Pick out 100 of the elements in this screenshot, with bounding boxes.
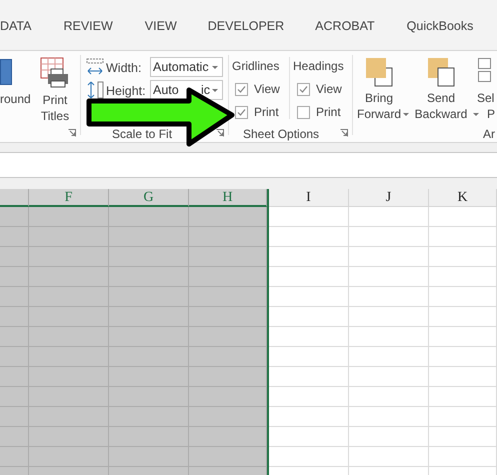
grid-cell[interactable] [109,467,189,475]
dialog-launcher-icon[interactable] [340,129,348,137]
checkbox[interactable] [235,82,248,96]
grid-cell[interactable] [349,407,429,427]
ribbon-tab[interactable]: VIEW [142,16,179,36]
ribbon-tab[interactable]: DEVELOPER [206,16,286,36]
grid-cell[interactable] [429,327,497,347]
grid-cell[interactable] [349,307,429,327]
column-header[interactable]: I [269,189,349,207]
grid-cell[interactable] [0,347,29,367]
grid-cell[interactable] [189,207,267,227]
grid-cell[interactable] [189,447,267,467]
grid-cell[interactable] [189,467,267,475]
grid-cell[interactable] [429,447,497,467]
grid-cell[interactable] [269,247,349,267]
grid-cell[interactable] [349,207,429,227]
grid-cell[interactable] [0,387,29,407]
grid-cell[interactable] [269,207,349,227]
ribbon-tab[interactable]: REVIEW [61,16,115,36]
grid-cell[interactable] [29,247,109,267]
grid-cell[interactable] [349,447,429,467]
grid-cell[interactable] [349,267,429,287]
grid-cell[interactable] [109,307,189,327]
grid-cell[interactable] [349,387,429,407]
grid-cell[interactable] [269,407,349,427]
grid-cell[interactable] [109,287,189,307]
grid-cell[interactable] [349,347,429,367]
grid-cell[interactable] [349,427,429,447]
grid-cell[interactable] [189,307,267,327]
grid-cell[interactable] [109,207,189,227]
dialog-launcher-icon[interactable] [68,129,76,137]
grid-cell[interactable] [269,387,349,407]
grid-cell[interactable] [189,267,267,287]
grid-cell[interactable] [429,347,497,367]
ribbon-tab[interactable]: QuickBooks [404,16,476,36]
grid-cell[interactable] [109,247,189,267]
column-header[interactable]: J [349,189,429,207]
grid-cell[interactable] [429,227,497,247]
grid-cell[interactable] [29,227,109,247]
grid-cell[interactable] [269,327,349,347]
grid-cell[interactable] [109,447,189,467]
column-header[interactable]: K [429,189,497,207]
grid-cell[interactable] [109,407,189,427]
grid-cell[interactable] [269,227,349,247]
grid-cell[interactable] [109,327,189,347]
dialog-launcher-icon[interactable] [216,129,224,137]
grid-cell[interactable] [29,327,109,347]
grid-cell[interactable] [189,367,267,387]
grid-cell[interactable] [0,367,29,387]
grid-cell[interactable] [0,207,29,227]
grid-cell[interactable] [429,207,497,227]
grid-cell[interactable] [0,447,29,467]
grid-cell[interactable] [29,287,109,307]
grid-cell[interactable] [349,227,429,247]
arrange-button[interactable]: Bring Forward [357,57,407,122]
grid-cell[interactable] [29,447,109,467]
grid-cell[interactable] [109,227,189,247]
grid-cell[interactable] [429,247,497,267]
grid-cell[interactable] [29,367,109,387]
grid-cell[interactable] [0,307,29,327]
column-header[interactable]: F [29,189,109,207]
formula-bar[interactable] [0,152,497,178]
grid-cell[interactable] [29,387,109,407]
grid-cell[interactable] [189,227,267,247]
grid-cell[interactable] [429,367,497,387]
grid-cell[interactable] [29,427,109,447]
checkbox[interactable] [297,82,310,96]
grid-cell[interactable] [0,327,29,347]
grid-cell[interactable] [109,367,189,387]
grid-cell[interactable] [109,267,189,287]
grid-cell[interactable] [189,247,267,267]
grid-cell[interactable] [189,347,267,367]
grid-cell[interactable] [349,367,429,387]
grid-cell[interactable] [429,287,497,307]
grid-cell[interactable] [189,407,267,427]
grid-cell[interactable] [349,287,429,307]
grid-cell[interactable] [269,427,349,447]
column-header[interactable]: G [109,189,189,207]
grid-cell[interactable] [29,467,109,475]
ribbon-tab[interactable]: DATA [0,16,34,36]
grid-cell[interactable] [0,467,29,475]
grid-cell[interactable] [0,407,29,427]
ribbon-tab[interactable]: ACROBAT [313,16,377,36]
grid-cell[interactable] [269,367,349,387]
checkbox[interactable] [235,106,248,118]
grid-cell[interactable] [109,427,189,447]
grid-cell[interactable] [109,347,189,367]
grid-cell[interactable] [29,207,109,227]
grid-cell[interactable] [29,267,109,287]
grid-cell[interactable] [0,267,29,287]
grid-cell[interactable] [29,347,109,367]
grid-cell[interactable] [189,287,267,307]
grid-cell[interactable] [429,267,497,287]
grid-cell[interactable] [29,407,109,427]
print-titles-button[interactable]: Print Titles [38,57,72,124]
grid-cell[interactable] [109,387,189,407]
arrange-button[interactable]: Sel P [477,57,496,122]
grid-cell[interactable] [269,447,349,467]
grid-cell[interactable] [269,287,349,307]
grid-cell[interactable] [429,387,497,407]
